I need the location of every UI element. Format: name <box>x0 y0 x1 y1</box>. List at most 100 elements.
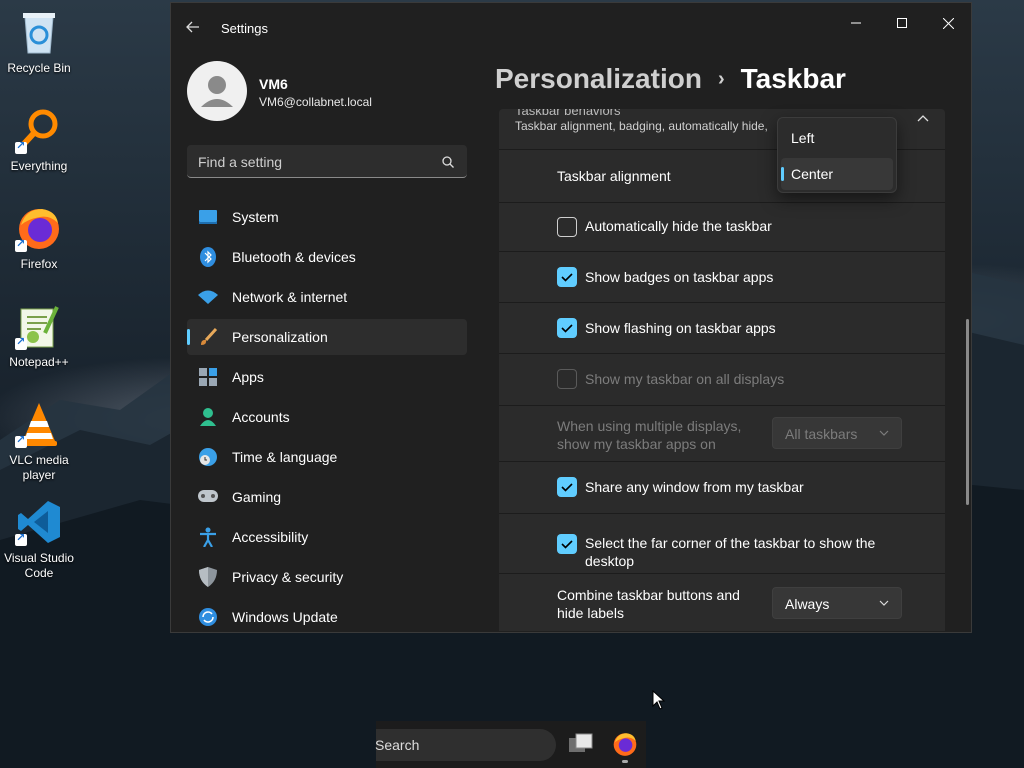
sidebar-item-accessibility[interactable]: Accessibility <box>187 519 467 555</box>
flashing-checkbox[interactable] <box>557 318 577 338</box>
share-window-checkbox[interactable] <box>557 477 577 497</box>
badges-checkbox[interactable] <box>557 267 577 287</box>
desktop-icon-label: VLC media player <box>9 453 69 482</box>
all-displays-row: Show my taskbar on all displays <box>499 353 945 405</box>
gamepad-icon <box>198 487 218 507</box>
alignment-option-center[interactable]: Center <box>781 158 893 190</box>
arrow-left-icon <box>186 21 199 33</box>
alignment-option-left[interactable]: Left <box>781 122 893 154</box>
combine-label: Combine taskbar buttons and hide labels <box>557 586 740 622</box>
maximize-button[interactable] <box>879 11 925 35</box>
desktop-icon-label: Firefox <box>20 257 58 271</box>
combine-value: Always <box>785 596 830 612</box>
user-email: VM6@collabnet.local <box>259 95 372 109</box>
back-button[interactable] <box>185 19 205 39</box>
all-displays-checkbox[interactable] <box>557 369 577 389</box>
chevron-up-icon <box>917 115 929 122</box>
chevron-down-icon <box>879 430 889 436</box>
multi-display-value: All taskbars <box>785 426 858 442</box>
user-icon <box>201 76 233 107</box>
sidebar-item-time-language[interactable]: Time & language <box>187 439 467 475</box>
shortcut-arrow-icon <box>15 335 27 350</box>
desktop-icon-vscode[interactable]: Visual Studio Code <box>2 498 76 581</box>
sidebar-item-system[interactable]: System <box>187 199 467 235</box>
sidebar-item-bluetooth[interactable]: Bluetooth & devices <box>187 239 467 275</box>
badges-row: Show badges on taskbar apps <box>499 251 945 302</box>
shortcut-arrow-icon <box>15 237 27 252</box>
sidebar-item-network[interactable]: Network & internet <box>187 279 467 315</box>
desktop-icon-notepadpp[interactable]: Notepad++ <box>2 302 76 370</box>
sidebar-item-personalization[interactable]: Personalization <box>187 319 467 355</box>
breadcrumb: Personalization › Taskbar <box>495 63 846 95</box>
wifi-icon <box>198 287 218 307</box>
task-view-button[interactable] <box>568 732 594 756</box>
sidebar-item-label: Accessibility <box>232 529 309 545</box>
breadcrumb-parent[interactable]: Personalization <box>495 63 702 95</box>
combine-select[interactable]: Always <box>772 587 902 619</box>
task-view-icon <box>569 733 593 752</box>
chevron-down-icon <box>879 600 889 606</box>
desktop-icon-vlc[interactable]: VLC media player <box>2 400 76 483</box>
multi-display-select[interactable]: All taskbars <box>772 417 902 449</box>
close-button[interactable] <box>925 11 971 35</box>
bluetooth-icon <box>198 247 218 267</box>
taskbar-alignment-dropdown: Left Center <box>777 117 897 193</box>
checkmark-icon <box>561 483 573 492</box>
search-placeholder: Find a setting <box>198 154 283 170</box>
search-input[interactable]: Find a setting <box>187 145 467 178</box>
everything-icon <box>15 106 63 154</box>
sidebar-item-privacy-security[interactable]: Privacy & security <box>187 559 467 595</box>
breadcrumb-separator: › <box>717 67 725 90</box>
combine-label-line1: Combine taskbar buttons and <box>557 587 740 603</box>
desktop-icon-everything[interactable]: Everything <box>2 106 76 174</box>
recycle-bin-icon <box>15 8 63 56</box>
scrollbar[interactable] <box>966 319 969 505</box>
desktop-icon-label: Everything <box>10 159 68 173</box>
brush-icon <box>198 327 218 347</box>
page-title: Taskbar <box>740 63 846 94</box>
sidebar-item-apps[interactable]: Apps <box>187 359 467 395</box>
sidebar-item-label: Personalization <box>232 329 328 345</box>
user-name: VM6 <box>259 76 288 92</box>
minimize-button[interactable] <box>833 11 879 35</box>
shortcut-arrow-icon <box>15 139 27 154</box>
notepadpp-icon <box>15 302 63 350</box>
badges-label: Show badges on taskbar apps <box>585 269 774 285</box>
share-window-label: Share any window from my taskbar <box>585 479 804 495</box>
taskbar-search-text: Search <box>375 737 420 753</box>
sidebar-item-windows-update[interactable]: Windows Update <box>187 599 467 632</box>
sidebar-item-label: Gaming <box>232 489 282 505</box>
taskbar-firefox-button[interactable] <box>612 731 638 757</box>
sidebar-item-label: Apps <box>232 369 264 385</box>
desktop-icon-recycle-bin[interactable]: Recycle Bin <box>2 8 76 76</box>
sidebar-item-label: System <box>232 209 279 225</box>
sidebar-item-gaming[interactable]: Gaming <box>187 479 467 515</box>
auto-hide-row: Automatically hide the taskbar <box>499 202 945 251</box>
taskbar-alignment-label: Taskbar alignment <box>557 168 671 184</box>
group-title: Taskbar behaviors <box>515 109 621 118</box>
sidebar-item-accounts[interactable]: Accounts <box>187 399 467 435</box>
taskbar-search-box[interactable]: Search <box>375 729 556 761</box>
avatar[interactable] <box>187 61 247 121</box>
search-icon <box>442 156 454 168</box>
combine-row: Combine taskbar buttons and hide labels … <box>499 573 945 631</box>
settings-window: Settings VM6 VM6@collabnet.local Find a … <box>170 2 972 633</box>
desktop-icon-firefox[interactable]: Firefox <box>2 204 76 272</box>
checkmark-icon <box>561 540 573 549</box>
running-indicator <box>622 760 628 763</box>
accounts-icon <box>198 407 218 427</box>
mouse-cursor-icon <box>652 690 666 710</box>
window-title: Settings <box>221 21 268 36</box>
shortcut-arrow-icon <box>15 433 27 448</box>
maximize-icon <box>897 18 907 28</box>
far-corner-checkbox[interactable] <box>557 534 577 554</box>
desktop-icon-label: Recycle Bin <box>7 61 71 75</box>
far-corner-label-line2: desktop <box>585 553 635 569</box>
update-icon <box>198 607 218 627</box>
desktop-icon-label: Visual Studio Code <box>4 551 74 580</box>
far-corner-row: Select the far corner of the taskbar to … <box>499 513 945 573</box>
sidebar-item-label: Time & language <box>232 449 338 465</box>
flashing-label: Show flashing on taskbar apps <box>585 320 776 336</box>
far-corner-label: Select the far corner of the taskbar to … <box>585 534 875 570</box>
auto-hide-checkbox[interactable] <box>557 217 577 237</box>
